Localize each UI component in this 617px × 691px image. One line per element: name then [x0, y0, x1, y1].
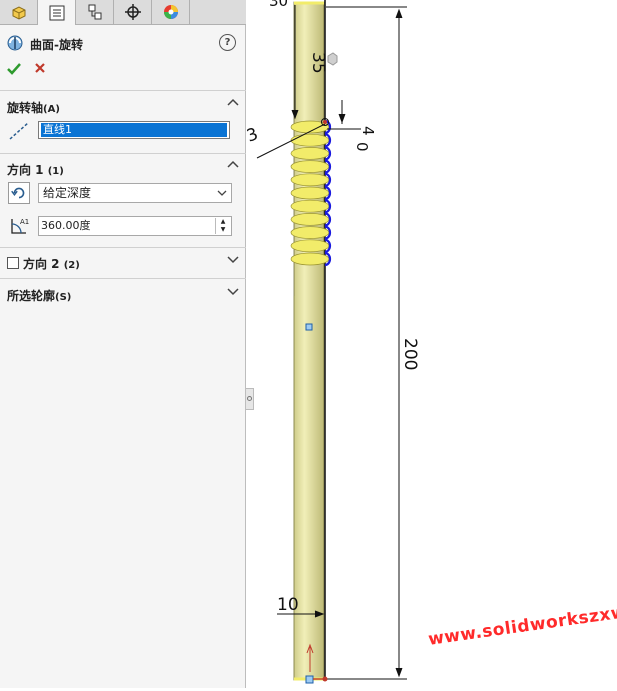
tab-property-manager[interactable]: [38, 0, 76, 25]
feature-title-row: 曲面-旋转 ?: [6, 34, 238, 54]
chevron-up-icon[interactable]: [227, 159, 239, 171]
chevron-down-icon[interactable]: [227, 253, 239, 265]
section-direction1-header[interactable]: 方向 1 (1): [7, 159, 239, 177]
tab-feature-manager[interactable]: [0, 0, 38, 24]
direction1-type-select[interactable]: 给定深度: [38, 183, 232, 203]
display-manager-icon: [163, 5, 178, 19]
angle-value: 360.00度: [41, 219, 91, 232]
angle-spinner[interactable]: ▲ ▼: [215, 218, 230, 234]
dimension-lines: [256, 5, 407, 680]
coil-ridge: [290, 199, 330, 213]
coil-ridge: [290, 226, 330, 239]
chevron-down-icon: [217, 190, 227, 196]
configuration-manager-icon: [88, 4, 101, 20]
sketch-endpoint: [323, 120, 327, 124]
section-direction2-label: 方向 2 (2): [7, 255, 80, 272]
axis-selection-field[interactable]: 直线1: [38, 121, 230, 139]
coil-ridge: [290, 186, 330, 200]
direction1-type-value: 给定深度: [43, 186, 92, 200]
tab-configuration-manager[interactable]: [76, 0, 114, 24]
angle-input[interactable]: 360.00度 ▲ ▼: [38, 216, 232, 236]
model-drawing: 35 3 4 0 200 10 30: [244, 0, 420, 684]
direction2-checkbox[interactable]: [7, 257, 19, 269]
svg-text:A1: A1: [20, 218, 29, 226]
cancel-button[interactable]: [34, 62, 46, 74]
section-contours-header[interactable]: 所选轮廓(S): [7, 285, 239, 303]
dimension-top[interactable]: 30: [269, 0, 288, 10]
section-axis-label: 旋转轴(A): [7, 101, 60, 115]
dimension-200[interactable]: 200: [400, 338, 420, 370]
manager-tabs: [0, 0, 246, 25]
section-contours-label: 所选轮廓(S): [7, 289, 72, 303]
section-direction1-label: 方向 1 (1): [7, 163, 64, 177]
coil-ridge: [290, 252, 330, 266]
tab-dim-xpert[interactable]: [114, 0, 152, 24]
shaft-body: [293, 1, 325, 681]
rotate-handle-icon[interactable]: [327, 52, 338, 66]
dimension-4[interactable]: 4: [359, 126, 377, 136]
dimension-0[interactable]: 0: [353, 142, 371, 152]
dimension-3[interactable]: 3: [244, 124, 261, 146]
coil-ridge: [290, 239, 330, 253]
axis-line-icon: [9, 122, 29, 140]
dimension-35[interactable]: 35: [308, 52, 328, 74]
coil-ridge: [290, 160, 330, 173]
axis-selection-value: 直线1: [41, 123, 227, 137]
coil-ridge: [290, 133, 330, 147]
reverse-direction-icon[interactable]: [8, 182, 30, 204]
tab-display-manager[interactable]: [152, 0, 190, 24]
help-icon[interactable]: ?: [219, 34, 236, 51]
graphics-viewport[interactable]: 35 3 4 0 200 10 30 www.solidworkszxw.com: [244, 0, 617, 688]
midpoint-marker[interactable]: [305, 323, 313, 331]
revolve-surface-icon: [7, 35, 23, 51]
property-manager-panel: 曲面-旋转 ? 旋转轴(A) 直线1 方向 1 (1) 给定深度 A1 360.…: [0, 0, 246, 688]
chevron-up-icon[interactable]: [227, 97, 239, 109]
feature-manager-icon: [12, 6, 25, 20]
section-axis-header[interactable]: 旋转轴(A): [7, 97, 239, 115]
coil-ridge: [290, 173, 330, 187]
dim-xpert-icon: [124, 4, 141, 20]
page-title: 曲面-旋转: [30, 38, 83, 52]
coil-ridge: [290, 213, 330, 226]
divider: [0, 278, 246, 279]
divider: [0, 153, 246, 154]
coil-ridges: [290, 119, 332, 267]
property-manager-icon: [49, 5, 64, 20]
section-direction2-header[interactable]: 方向 2 (2): [7, 253, 239, 271]
dimension-10[interactable]: 10: [277, 595, 299, 615]
angle-icon: A1: [11, 218, 29, 234]
origin-marker[interactable]: [305, 675, 314, 684]
ok-button[interactable]: [7, 62, 21, 76]
coil-ridge: [290, 147, 330, 160]
spin-down-icon[interactable]: ▼: [216, 226, 230, 234]
spin-up-icon[interactable]: ▲: [216, 218, 230, 226]
divider: [0, 90, 246, 91]
chevron-down-icon[interactable]: [227, 285, 239, 297]
divider: [0, 247, 246, 248]
